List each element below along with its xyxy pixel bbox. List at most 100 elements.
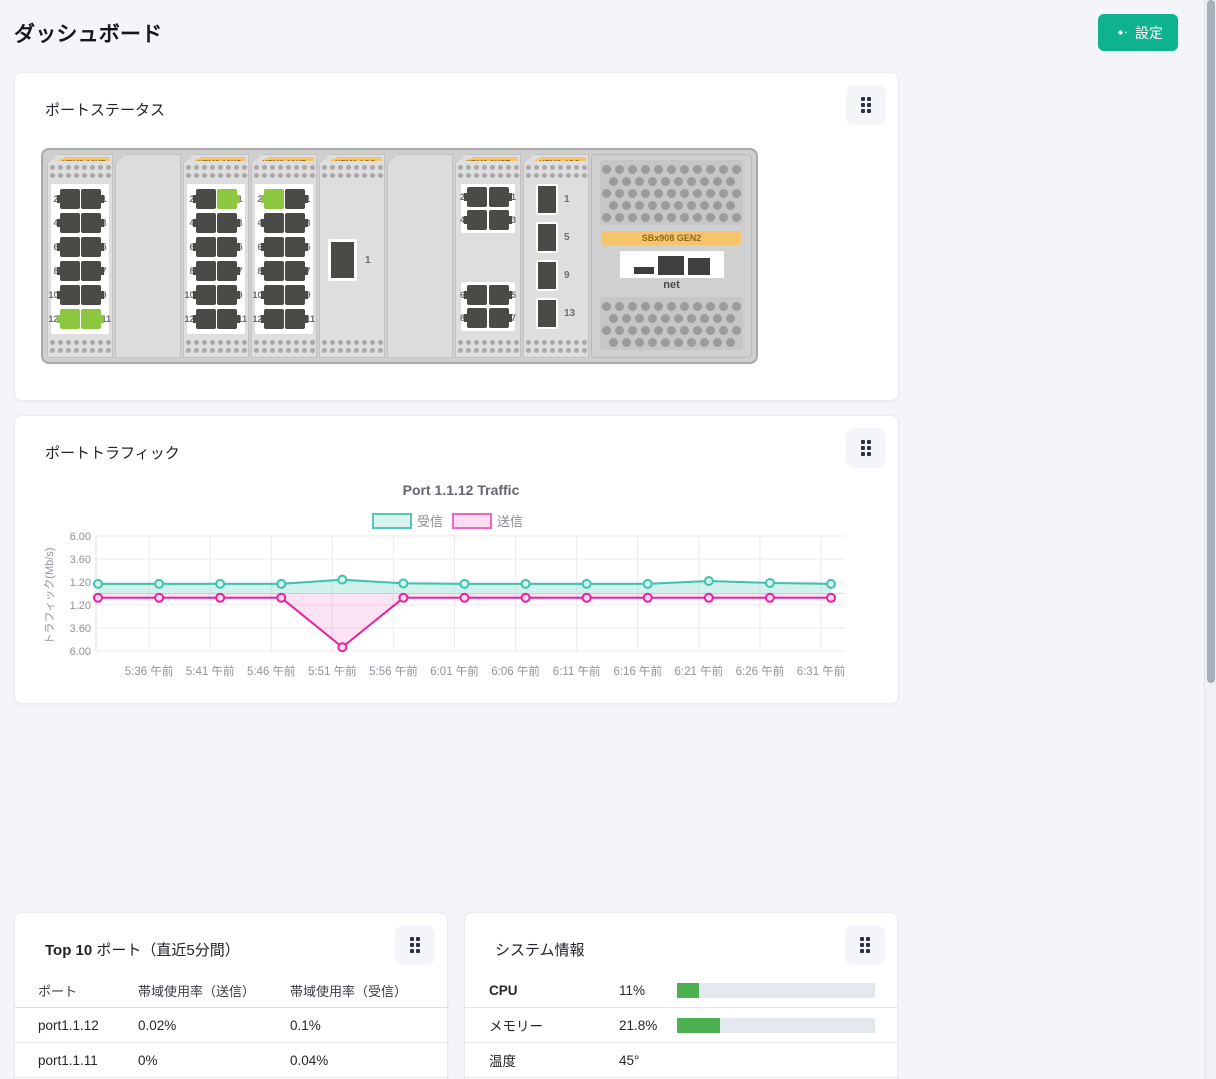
port-2[interactable] <box>60 189 80 209</box>
legend-send-swatch[interactable] <box>453 514 491 528</box>
port-4[interactable] <box>60 213 80 233</box>
drag-handle-icon[interactable] <box>395 925 435 965</box>
legend-receive-label[interactable]: 受信 <box>417 514 443 529</box>
x-tick-label: 5:36 午前 <box>125 664 174 678</box>
send-point[interactable] <box>94 594 102 602</box>
port-1[interactable] <box>81 189 101 209</box>
send-point[interactable] <box>399 594 407 602</box>
port-5[interactable] <box>81 237 101 257</box>
port-9[interactable] <box>81 285 101 305</box>
module-label: XEM2-12XTm <box>261 157 314 161</box>
receive-point[interactable] <box>216 580 224 588</box>
send-point[interactable] <box>705 594 713 602</box>
receive-point[interactable] <box>338 576 346 584</box>
port-10[interactable] <box>60 285 80 305</box>
port-4[interactable] <box>467 210 487 230</box>
module-XEM2-8XSTm: XEM2-8XSTm21436587 <box>455 154 521 358</box>
port-2[interactable] <box>264 189 284 209</box>
port-8[interactable] <box>264 261 284 281</box>
port-8[interactable] <box>467 308 487 328</box>
traffic-chart: Port 1.1.12 Traffic受信送信6.003.601.201.203… <box>15 461 900 696</box>
port-4[interactable] <box>196 213 216 233</box>
send-point[interactable] <box>155 594 163 602</box>
port-4[interactable] <box>264 213 284 233</box>
port-5[interactable] <box>217 237 237 257</box>
port-5[interactable] <box>285 237 305 257</box>
port-5[interactable] <box>489 285 509 305</box>
send-point[interactable] <box>277 594 285 602</box>
send-point[interactable] <box>461 594 469 602</box>
receive-point[interactable] <box>522 580 530 588</box>
scrollbar-thumb[interactable] <box>1207 0 1215 683</box>
vent-grid <box>600 297 743 350</box>
port-6[interactable] <box>60 237 80 257</box>
receive-point[interactable] <box>827 580 835 588</box>
receive-point[interactable] <box>94 580 102 588</box>
port-7[interactable] <box>285 261 305 281</box>
legend-receive-swatch[interactable] <box>373 514 411 528</box>
port-3[interactable] <box>81 213 101 233</box>
port-1[interactable] <box>217 189 237 209</box>
send-point[interactable] <box>766 594 774 602</box>
legend-send-label[interactable]: 送信 <box>497 514 523 529</box>
settings-button[interactable]: 設定 <box>1098 14 1178 51</box>
port-13[interactable] <box>536 298 558 329</box>
port-3[interactable] <box>217 213 237 233</box>
port-12[interactable] <box>60 309 80 329</box>
receive-point[interactable] <box>277 580 285 588</box>
port-11[interactable] <box>285 309 305 329</box>
port-6[interactable] <box>264 237 284 257</box>
send-point[interactable] <box>644 594 652 602</box>
port-9[interactable] <box>217 285 237 305</box>
port-9[interactable] <box>536 260 558 291</box>
port-6[interactable] <box>196 237 216 257</box>
scrollbar[interactable] <box>1204 0 1216 1079</box>
port-1[interactable] <box>285 189 305 209</box>
port-1[interactable] <box>328 239 357 281</box>
port-group: 1 <box>536 184 570 215</box>
receive-point[interactable] <box>399 579 407 587</box>
module-XEM2-12XT: XEM2-12XT214365871091211 <box>47 154 113 358</box>
receive-point[interactable] <box>705 577 713 585</box>
send-point[interactable] <box>216 594 224 602</box>
port-9[interactable] <box>285 285 305 305</box>
send-point[interactable] <box>338 643 346 651</box>
port-10[interactable] <box>264 285 284 305</box>
receive-point[interactable] <box>155 580 163 588</box>
send-point[interactable] <box>583 594 591 602</box>
send-point[interactable] <box>827 594 835 602</box>
port-12[interactable] <box>264 309 284 329</box>
port-6[interactable] <box>467 285 487 305</box>
port-10[interactable] <box>196 285 216 305</box>
x-tick-label: 5:41 午前 <box>186 664 235 678</box>
port-5[interactable] <box>536 222 558 253</box>
port-2[interactable] <box>467 187 487 207</box>
port-8[interactable] <box>196 261 216 281</box>
port-3[interactable] <box>489 210 509 230</box>
drag-handle-icon[interactable] <box>846 85 886 125</box>
drag-handle-icon[interactable] <box>845 925 885 965</box>
port-2[interactable] <box>196 189 216 209</box>
receive-point[interactable] <box>644 580 652 588</box>
port-number: 3 <box>511 210 521 230</box>
receive-point[interactable] <box>583 580 591 588</box>
table-row[interactable]: port1.1.120.02%0.1% <box>15 1008 449 1043</box>
receive-point[interactable] <box>766 579 774 587</box>
port-7[interactable] <box>489 308 509 328</box>
port-11[interactable] <box>81 309 101 329</box>
port-7[interactable] <box>81 261 101 281</box>
port-3[interactable] <box>285 213 305 233</box>
receive-point[interactable] <box>461 580 469 588</box>
port-number: 7 <box>511 308 521 328</box>
port-1[interactable] <box>536 184 558 215</box>
port-12[interactable] <box>196 309 216 329</box>
module-label: XEM2-12XS <box>193 157 246 161</box>
table-row[interactable]: port1.1.110%0.04% <box>15 1043 449 1078</box>
card-system-info-title: システム情報 <box>495 939 585 960</box>
port-11[interactable] <box>217 309 237 329</box>
system-info-list: CPU11%メモリー21.8%温度45° <box>465 973 899 1078</box>
send-point[interactable] <box>522 594 530 602</box>
port-7[interactable] <box>217 261 237 281</box>
port-8[interactable] <box>60 261 80 281</box>
port-1[interactable] <box>489 187 509 207</box>
